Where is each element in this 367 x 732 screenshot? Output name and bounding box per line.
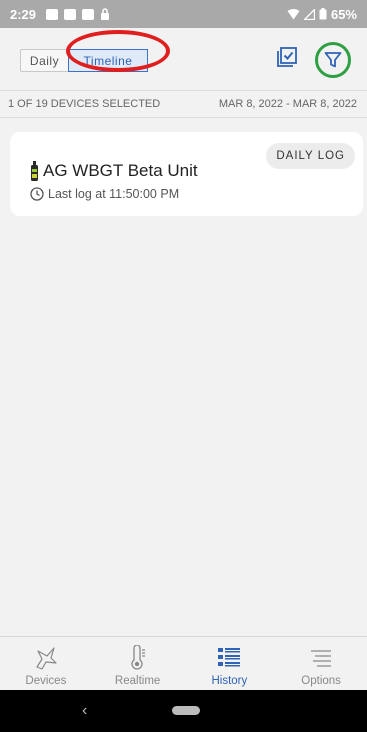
nav-history[interactable]: History: [184, 637, 276, 690]
system-nav-bar: ‹: [0, 690, 367, 732]
nav-options-label: Options: [301, 675, 341, 687]
filter-button[interactable]: [315, 42, 351, 78]
device-card[interactable]: DAILY LOG AG WBGT Beta Unit Last log at …: [10, 132, 363, 216]
daily-log-button[interactable]: DAILY LOG: [266, 143, 355, 169]
home-pill[interactable]: [172, 706, 200, 715]
check-list-icon[interactable]: [276, 46, 298, 73]
device-name: AG WBGT Beta Unit: [43, 161, 198, 180]
battery-icon: [319, 8, 327, 20]
last-log-text: Last log at 11:50:00 PM: [48, 187, 180, 201]
nav-realtime[interactable]: Realtime: [92, 637, 184, 690]
battery-percent: 65%: [330, 6, 357, 22]
notification-icons: [46, 8, 110, 20]
device-title-row: AG WBGT Beta Unit: [30, 161, 198, 181]
devices-selected-text: 1 OF 19 DEVICES SELECTED: [8, 98, 161, 110]
notification-icon: [82, 8, 95, 20]
nav-devices-label: Devices: [25, 675, 67, 687]
filter-icon: [324, 52, 342, 68]
nav-options[interactable]: Options: [275, 637, 367, 690]
view-toggle: Daily Timeline: [20, 49, 148, 72]
list-icon: [218, 648, 241, 667]
status-time: 2:29: [10, 6, 37, 22]
selection-info-row: 1 OF 19 DEVICES SELECTED MAR 8, 2022 - M…: [0, 90, 367, 118]
wbgt-device-icon: [31, 161, 38, 181]
lock-icon: [101, 8, 110, 20]
signal-icon: [303, 8, 315, 20]
last-log-row: Last log at 11:50:00 PM: [30, 187, 179, 201]
notification-icon: [64, 8, 77, 20]
date-range-text[interactable]: MAR 8, 2022 - MAR 8, 2022: [219, 98, 357, 110]
bird-icon: [36, 647, 57, 670]
bottom-nav: Devices Realtime History Options: [0, 636, 367, 690]
tab-timeline[interactable]: Timeline: [68, 49, 148, 72]
nav-history-label: History: [211, 675, 248, 687]
clock-icon: [30, 187, 44, 201]
tab-daily[interactable]: Daily: [20, 49, 68, 72]
nav-realtime-label: Realtime: [114, 675, 161, 687]
back-icon[interactable]: ‹: [82, 702, 87, 720]
menu-lines-icon: [311, 650, 332, 667]
thermometer-icon: [131, 645, 145, 670]
wifi-icon: [287, 8, 300, 19]
status-bar: 2:29 65%: [0, 0, 367, 28]
nav-devices[interactable]: Devices: [0, 637, 92, 690]
status-right: 65%: [287, 7, 357, 22]
notification-icon: [46, 8, 59, 20]
